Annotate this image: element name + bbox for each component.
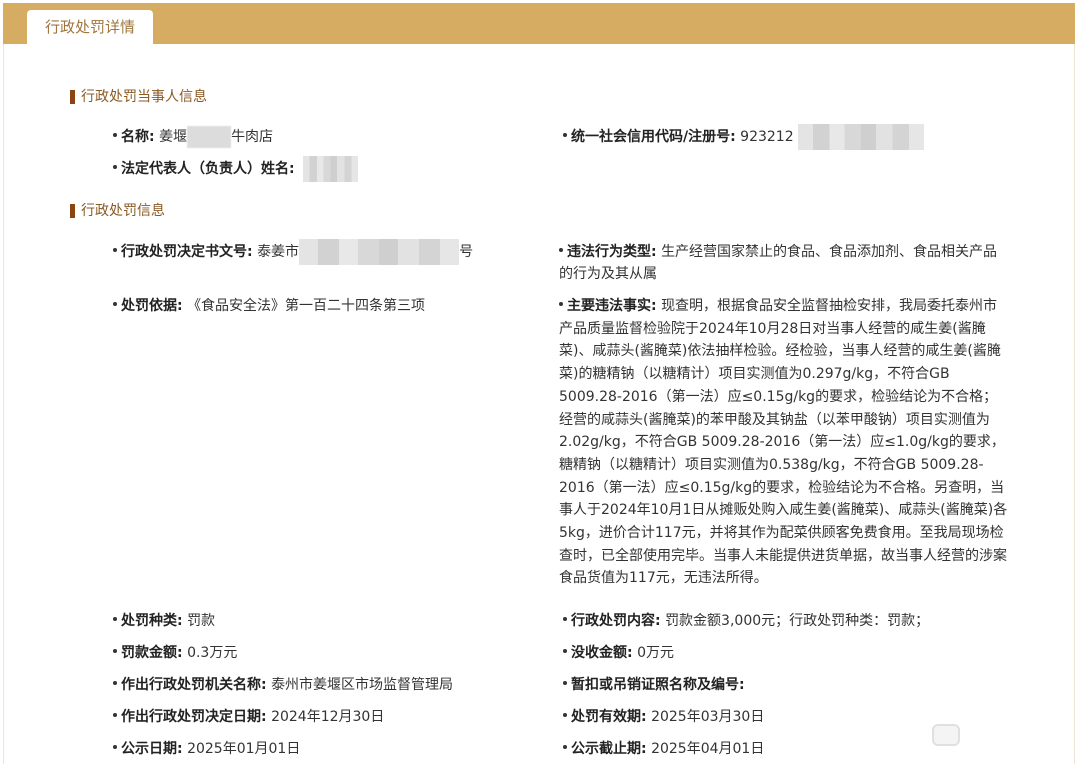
bullet-dot-icon [113,248,117,252]
redacted-block [797,124,924,150]
section-marker [70,90,75,104]
redacted-block [299,239,460,265]
bullet-dot-icon [113,681,117,685]
field-content: 行政处罚内容: 罚款金额3,000元；行政处罚种类：罚款； [563,610,929,632]
bullet-dot-icon [563,713,567,717]
redacted-block [303,156,359,182]
field-publish-end: 公示截止期: 2025年04月01日 [563,738,764,760]
field-name: 名称: 姜堰 牛肉店 [113,126,273,148]
section-title-penalty: 行政处罚信息 [70,201,165,221]
watermark-logo-icon [932,724,1072,746]
bullet-dot-icon [559,302,563,306]
field-validity: 处罚有效期: 2025年03月30日 [563,706,764,728]
field-decision-date: 作出行政处罚决定日期: 2024年12月30日 [113,706,384,728]
field-violation-type: 违法行为类型: 生产经营国家禁止的食品、食品添加剂、食品相关产品的行为及其从属 [559,244,998,282]
bullet-dot-icon [113,165,117,169]
redacted-block [187,126,232,148]
bullet-dot-icon [113,133,117,137]
field-publish-date: 公示日期: 2025年01月01日 [113,738,300,760]
watermark-badge [932,724,960,746]
bullet-dot-icon [559,248,563,252]
bullet-dot-icon [563,681,567,685]
field-license: 暂扣或吊销证照名称及编号: [563,674,745,696]
bullet-dot-icon [563,745,567,749]
bullet-dot-icon [563,649,567,653]
field-credit-code: 统一社会信用代码/注册号: 923212 [563,124,924,150]
bullet-dot-icon [113,302,117,306]
bullet-dot-icon [113,745,117,749]
field-authority: 作出行政处罚机关名称: 泰州市姜堰区市场监督管理局 [113,674,453,696]
bullet-dot-icon [113,617,117,621]
field-fine: 罚款金额: 0.3万元 [113,642,237,664]
field-confiscation: 没收金额: 0万元 [563,642,674,664]
section-marker [70,204,75,218]
tab-penalty-detail[interactable]: 行政处罚详情 [27,10,153,44]
section-title-party: 行政处罚当事人信息 [70,87,207,107]
field-legal-rep: 法定代表人（负责人）姓名: [113,156,359,182]
field-basis: 处罚依据: 《食品安全法》第一百二十四条第三项 [113,295,425,317]
bullet-dot-icon [563,133,567,137]
field-type: 处罚种类: 罚款 [113,610,215,632]
bullet-dot-icon [113,713,117,717]
bullet-dot-icon [113,649,117,653]
header-bar [3,3,1075,44]
bullet-dot-icon [563,617,567,621]
field-facts: 主要违法事实: 现查明，根据食品安全监督抽检安排，我局委托泰州市产品质量监督检验… [559,298,1008,587]
field-decision-no: 行政处罚决定书文号: 泰姜市号 [113,239,473,265]
